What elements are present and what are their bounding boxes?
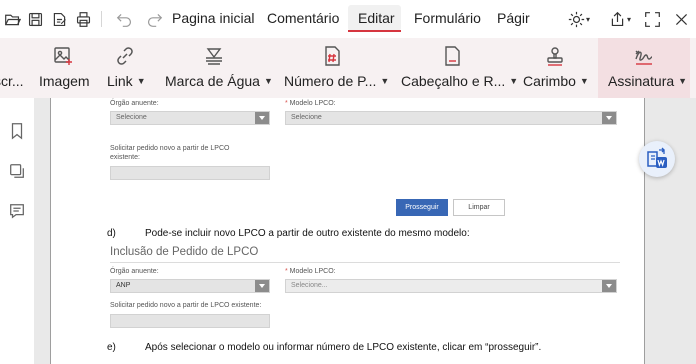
stamp-icon [543, 44, 567, 68]
chevron-down-icon: ▼ [263, 76, 273, 86]
convert-to-word-button[interactable] [639, 141, 675, 177]
link-icon [113, 44, 137, 68]
ribbon-link-text: Link [107, 73, 133, 89]
orgao-anuente-select[interactable]: Selecione [110, 111, 270, 125]
header-footer-icon [440, 44, 464, 68]
tab-editar[interactable]: Editar [358, 10, 395, 26]
theme-toggle[interactable]: ▾ [564, 9, 594, 29]
orgao-anuente-select-2[interactable]: ANP [110, 279, 270, 293]
menu-bar: Pagina inicial Comentário Editar Formulá… [0, 0, 696, 38]
solicitar-label-line2: existente: [110, 154, 140, 161]
solicitar-label-line1: Solicitar pedido novo a partir de LPCO [110, 145, 230, 152]
orgao-anuente-label-2: Órgão anuente: [110, 268, 159, 275]
toolbar-divider [101, 11, 102, 27]
dropdown-arrow-icon [602, 112, 616, 124]
limpar-button[interactable]: Limpar [453, 199, 505, 216]
solicitar-label-2: Solicitar pedido novo a partir de LPCO e… [110, 302, 262, 309]
image-add-icon [51, 44, 75, 68]
redo-icon[interactable] [144, 9, 164, 29]
ribbon-page-number-text: Número de P... [284, 73, 377, 89]
tab-comentario[interactable]: Comentário [267, 10, 339, 26]
ribbon-signature-label: Assinatura ▼ [608, 73, 687, 89]
section-divider [110, 262, 620, 263]
modelo-lpco-text-2: Modelo LPCO: [287, 268, 336, 275]
paragraph-d-marker: d) [107, 228, 116, 239]
orgao-anuente-value-2: ANP [116, 282, 131, 289]
dropdown-arrow-icon [255, 280, 269, 292]
lpco-existente-input-2[interactable] [110, 314, 270, 328]
ribbon-header-footer-text: Cabeçalho e R... [401, 73, 506, 89]
tab-pagina-inicial[interactable]: Pagina inicial [172, 10, 255, 26]
word-convert-icon [647, 147, 667, 168]
tab-pagina[interactable]: Págir [497, 10, 530, 26]
open-folder-icon[interactable] [2, 9, 22, 29]
modelo-lpco-text: Modelo LPCO: [287, 100, 336, 107]
ribbon-stamp-text: Carimbo [523, 73, 576, 89]
signature-icon [632, 44, 656, 68]
dropdown-arrow-icon [602, 280, 616, 292]
prosseguir-button[interactable]: Prosseguir [396, 199, 448, 216]
thumbnails-icon[interactable] [7, 161, 27, 181]
print-icon[interactable] [73, 9, 93, 29]
ribbon-watermark-label: Marca de Água ▼ [165, 73, 273, 89]
page-number-icon [320, 44, 344, 68]
paragraph-e-text: Após selecionar o modelo ou informar núm… [145, 342, 542, 353]
ribbon-header-footer-button[interactable]: Cabeçalho e R... ▼ [396, 38, 518, 98]
dropdown-arrow-icon [255, 112, 269, 124]
ribbon-stamp-button[interactable]: Carimbo ▼ [518, 38, 592, 98]
ribbon-link-button[interactable]: Link ▼ [102, 38, 148, 98]
ribbon-image-button[interactable]: Imagem [36, 38, 90, 98]
modelo-lpco-select-2[interactable]: Selecione... [285, 279, 617, 293]
lpco-existente-input[interactable] [110, 166, 270, 180]
ribbon-link-label: Link ▼ [107, 73, 146, 89]
ribbon-stamp-label: Carimbo ▼ [523, 73, 589, 89]
chevron-down-icon: ▼ [509, 76, 519, 86]
pdf-editor-window: Pagina inicial Comentário Editar Formulá… [0, 0, 696, 364]
close-icon[interactable] [670, 9, 692, 29]
active-tab-underline [348, 30, 401, 32]
chevron-down-icon: ▾ [585, 14, 590, 24]
bookmark-icon[interactable] [7, 121, 27, 141]
paragraph-e-marker: e) [107, 342, 116, 353]
orgao-anuente-label: Órgão anuente: [110, 100, 159, 107]
sun-icon [568, 11, 585, 27]
save-icon[interactable] [25, 9, 45, 29]
ribbon-image-label: Imagem [39, 73, 90, 89]
section-title: Inclusão de Pedido de LPCO [110, 246, 259, 258]
modelo-lpco-label: * Modelo LPCO: [285, 100, 336, 107]
ribbon-page-number-button[interactable]: Número de P... ▼ [280, 38, 390, 98]
chevron-down-icon: ▼ [136, 76, 146, 86]
ribbon-signature-text: Assinatura [608, 73, 675, 89]
ribbon-header-footer-label: Cabeçalho e R... ▼ [401, 73, 518, 89]
share-icon [611, 11, 624, 26]
edit-ribbon: scr... Imagem Link▼ Marca de Água▼ Númer [0, 38, 696, 98]
chevron-down-icon: ▼ [579, 76, 589, 86]
ribbon-page-number-label: Número de P... ▼ [284, 73, 389, 89]
paragraph-d-text: Pode-se incluir novo LPCO a partir de ou… [145, 228, 470, 239]
orgao-anuente-value: Selecione [116, 114, 147, 121]
ribbon-watermark-text: Marca de Água [165, 73, 260, 89]
modelo-lpco-label-2: * Modelo LPCO: [285, 268, 336, 275]
watermark-icon [202, 44, 226, 68]
chevron-down-icon: ▾ [626, 14, 631, 24]
modelo-lpco-select[interactable]: Selecione [285, 111, 617, 125]
ribbon-partial-item[interactable]: scr... [0, 38, 30, 98]
chevron-down-icon: ▼ [678, 76, 688, 86]
fullscreen-icon[interactable] [641, 9, 663, 29]
ribbon-watermark-button[interactable]: Marca de Água ▼ [160, 38, 273, 98]
chevron-down-icon: ▼ [380, 76, 390, 86]
comments-icon[interactable] [7, 201, 27, 221]
left-sidebar [0, 98, 34, 364]
share-menu[interactable]: ▾ [606, 9, 634, 29]
ribbon-signature-button[interactable]: Assinatura ▼ [598, 38, 690, 98]
modelo-lpco-value: Selecione [291, 114, 322, 121]
modelo-lpco-value-2: Selecione... [291, 282, 328, 289]
ribbon-partial-label: scr... [0, 73, 24, 89]
tab-formulario[interactable]: Formulário [414, 10, 481, 26]
undo-icon[interactable] [114, 9, 134, 29]
edit-document-icon[interactable] [49, 9, 69, 29]
